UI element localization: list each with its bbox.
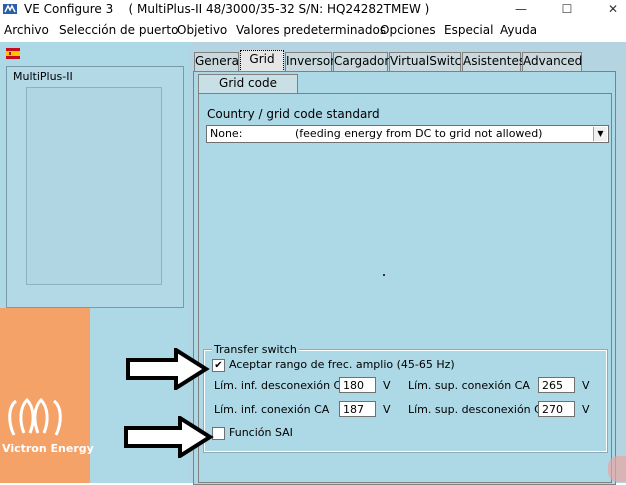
ac-high-disconnect-input[interactable]: 270 xyxy=(538,401,575,417)
transfer-switch-title: Transfer switch xyxy=(212,343,299,356)
client-area: MultiPlus-II Victron Energy General Grid… xyxy=(0,42,626,485)
annotation-arrow-right-icon xyxy=(126,348,210,390)
ac-low-connect-label: Lím. inf. conexión CA xyxy=(214,403,330,416)
ac-low-disconnect-unit: V xyxy=(383,379,391,392)
close-button[interactable]: ✕ xyxy=(590,0,626,20)
wide-freq-checkbox[interactable]: ✔ xyxy=(212,359,225,372)
ups-label[interactable]: Función SAI xyxy=(229,426,293,439)
tab-virtualswitch[interactable]: VirtualSwitch xyxy=(389,52,469,71)
grid-code-select[interactable]: None: (feeding energy from DC to grid no… xyxy=(206,125,609,143)
grid-code-panel: Country / grid code standard None: (feed… xyxy=(198,93,612,483)
ac-high-disconnect-unit: V xyxy=(582,403,590,416)
app-icon xyxy=(3,4,17,14)
ac-low-disconnect-label: Lím. inf. desconexión CA xyxy=(214,379,349,392)
brand-name: Victron Energy xyxy=(2,442,94,455)
grid-tab-panel: Grid code selection Country / grid code … xyxy=(193,71,616,485)
tab-general[interactable]: General xyxy=(194,52,242,71)
grid-code-description: (feeding energy from DC to grid not allo… xyxy=(295,127,543,140)
menu-valores-predeterminados[interactable]: Valores predeterminados xyxy=(236,23,386,37)
menu-seleccion-de-puerto[interactable]: Selección de puerto xyxy=(59,23,178,37)
tab-grid-code-selection[interactable]: Grid code selection xyxy=(198,74,298,107)
dropdown-arrow-icon[interactable]: ▼ xyxy=(593,127,607,141)
menu-archivo[interactable]: Archivo xyxy=(4,23,49,37)
annotation-arrow-right-icon xyxy=(124,416,214,458)
tab-cargador[interactable]: Cargador xyxy=(333,52,389,71)
ac-low-connect-unit: V xyxy=(383,403,391,416)
ac-high-connect-label: Lím. sup. conexión CA xyxy=(408,379,530,392)
transfer-switch-group: Transfer switch ✔ Aceptar rango de frec.… xyxy=(203,343,608,453)
window-title: VE Configure 3 ( MultiPlus-II 48/3000/35… xyxy=(24,2,430,16)
menu-opciones[interactable]: Opciones xyxy=(380,23,436,37)
dot-marker xyxy=(383,274,385,276)
device-image-area xyxy=(26,87,162,285)
spain-flag-icon[interactable] xyxy=(6,48,20,59)
victron-logo-icon xyxy=(8,397,62,436)
background-decoration xyxy=(608,456,626,482)
ac-low-disconnect-input[interactable]: 180 xyxy=(339,377,376,393)
menu-objetivo[interactable]: Objetivo xyxy=(177,23,227,37)
tab-inversor[interactable]: Inversor xyxy=(285,52,335,71)
menu-bar: Archivo Selección de puerto Objetivo Val… xyxy=(0,20,626,42)
ac-low-connect-input[interactable]: 187 xyxy=(339,401,376,417)
country-label: Country / grid code standard xyxy=(207,107,380,121)
tab-asistentes[interactable]: Asistentes xyxy=(462,52,525,71)
menu-ayuda[interactable]: Ayuda xyxy=(500,23,537,37)
ac-high-connect-unit: V xyxy=(582,379,590,392)
minimize-button[interactable]: — xyxy=(498,0,544,20)
tab-grid[interactable]: Grid xyxy=(240,50,284,72)
wide-freq-label[interactable]: Aceptar rango de frec. amplio (45-65 Hz) xyxy=(229,358,455,371)
device-list: MultiPlus-II xyxy=(6,66,184,308)
title-bar: VE Configure 3 ( MultiPlus-II 48/3000/35… xyxy=(0,0,626,20)
maximize-button[interactable]: ☐ xyxy=(544,0,590,20)
tab-advanced[interactable]: Advanced xyxy=(522,52,582,71)
device-name[interactable]: MultiPlus-II xyxy=(13,70,73,83)
menu-especial[interactable]: Especial xyxy=(444,23,493,37)
ac-high-connect-input[interactable]: 265 xyxy=(538,377,575,393)
ac-high-disconnect-label: Lím. sup. desconexión CA xyxy=(408,403,550,416)
grid-code-value: None: xyxy=(210,127,243,140)
victron-branding: Victron Energy xyxy=(0,308,94,483)
